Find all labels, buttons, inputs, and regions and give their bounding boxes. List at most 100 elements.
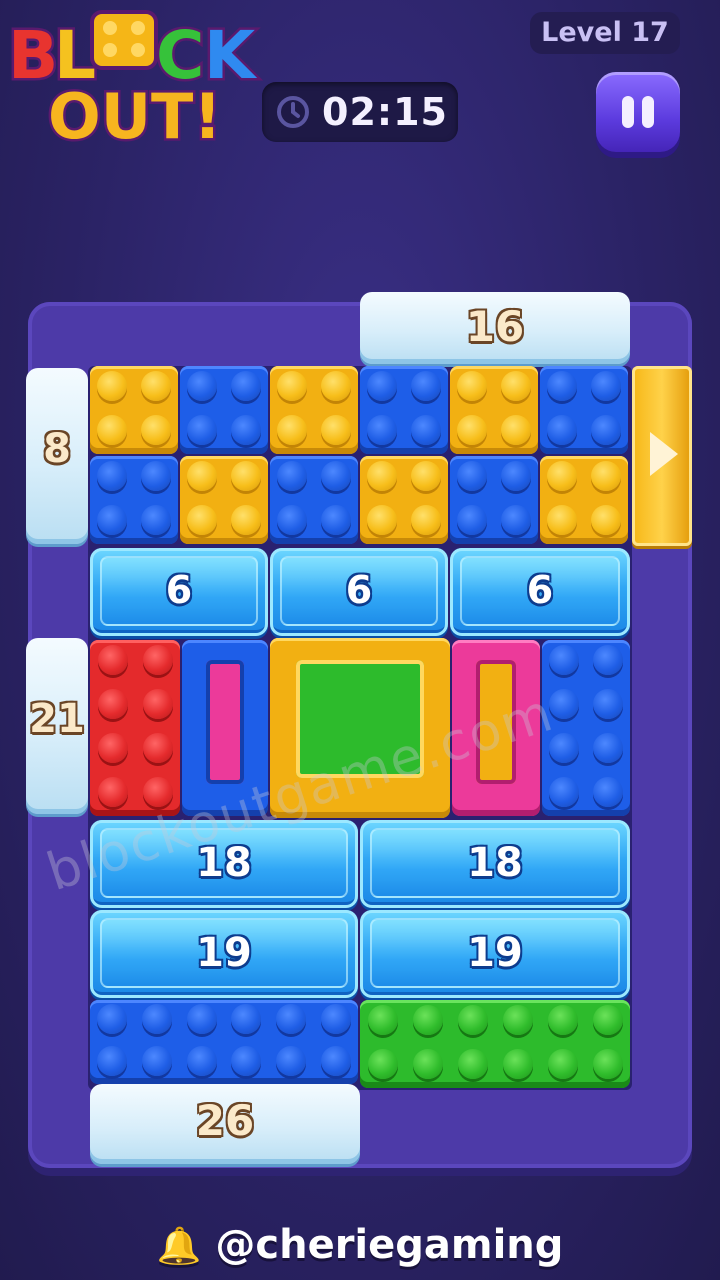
- lego-stud: [97, 645, 128, 675]
- lego-stud: [231, 505, 261, 535]
- yellow-block[interactable]: [540, 456, 628, 544]
- lego-stud: [141, 505, 171, 535]
- blue-block[interactable]: [540, 366, 628, 454]
- gate-left-upper-count: 8: [43, 426, 71, 472]
- lego-stud: [231, 371, 261, 401]
- yellow-block[interactable]: [360, 456, 448, 544]
- lego-stud: [411, 505, 441, 535]
- logo-art: B L C K OUT!: [6, 10, 261, 156]
- pause-icon-bar: [642, 96, 654, 128]
- lego-stud: [367, 1049, 398, 1079]
- lego-stud: [187, 461, 217, 491]
- green-long-block[interactable]: [360, 1000, 630, 1088]
- lego-stud: [97, 1046, 128, 1076]
- lego-stud: [142, 733, 173, 763]
- lego-stud: [321, 505, 351, 535]
- ice-block[interactable]: 6: [450, 548, 630, 636]
- lego-stud: [502, 1005, 533, 1035]
- lego-stud: [412, 1005, 443, 1035]
- ice-block[interactable]: 6: [90, 548, 268, 636]
- lego-stud: [97, 371, 127, 401]
- clock-icon: [277, 96, 309, 128]
- lego-stud: [411, 415, 441, 445]
- lego-stud: [320, 1004, 351, 1034]
- lego-stud: [142, 645, 173, 675]
- yellow-block[interactable]: [90, 366, 178, 454]
- ice-count: 6: [165, 568, 193, 612]
- lego-stud: [547, 505, 577, 535]
- lego-stud: [549, 689, 579, 719]
- lego-stud: [457, 1049, 488, 1079]
- gate-top-count: 16: [465, 302, 525, 351]
- ice-block[interactable]: 6: [270, 548, 448, 636]
- lego-stud: [141, 415, 171, 445]
- blue-block[interactable]: [180, 366, 268, 454]
- lego-stud: [501, 371, 531, 401]
- lego-stud: [277, 461, 307, 491]
- lego-stud: [231, 1046, 262, 1076]
- lego-stud: [411, 461, 441, 491]
- lego-stud: [367, 371, 397, 401]
- exit-door[interactable]: [632, 366, 692, 546]
- lego-stud: [457, 1005, 488, 1035]
- lego-stud: [97, 1004, 128, 1034]
- footer-credit: 🔔 @cheriegaming: [0, 1222, 720, 1268]
- blue-block[interactable]: [270, 456, 358, 544]
- lego-stud: [186, 1004, 217, 1034]
- lego-stud: [142, 689, 173, 719]
- lego-stud: [231, 415, 261, 445]
- lego-stud: [501, 415, 531, 445]
- lego-stud: [97, 777, 128, 807]
- lego-stud: [591, 505, 621, 535]
- pause-button[interactable]: [596, 72, 680, 152]
- lego-stud: [97, 733, 128, 763]
- arrow-right-icon: [650, 432, 678, 476]
- yellow-block[interactable]: [270, 366, 358, 454]
- lego-stud: [97, 689, 128, 719]
- ice-block[interactable]: 19: [90, 910, 358, 998]
- lego-stud: [367, 1005, 398, 1035]
- lego-stud: [457, 415, 487, 445]
- timer-value: 02:15: [322, 90, 448, 134]
- lego-stud: [231, 1004, 262, 1034]
- lego-stud: [276, 1046, 306, 1076]
- ice-block[interactable]: 19: [360, 910, 630, 998]
- lego-stud: [186, 1046, 217, 1076]
- lego-stud: [276, 1004, 306, 1034]
- blue-block[interactable]: [450, 456, 538, 544]
- lego-stud: [412, 1049, 443, 1079]
- lego-stud: [549, 645, 579, 675]
- lego-stud: [457, 371, 487, 401]
- lego-stud: [501, 461, 531, 491]
- blue-block[interactable]: [360, 366, 448, 454]
- lego-stud: [547, 1049, 578, 1079]
- lego-stud: [547, 461, 577, 491]
- gate-left-upper: 8: [26, 368, 88, 544]
- red-block[interactable]: [90, 640, 180, 816]
- lego-stud: [502, 1049, 533, 1079]
- lego-stud: [549, 777, 579, 807]
- lego-stud: [457, 461, 487, 491]
- lego-stud: [97, 415, 127, 445]
- lego-stud: [277, 505, 307, 535]
- blue-long-block[interactable]: [90, 1000, 358, 1084]
- lego-stud: [593, 645, 623, 675]
- lego-stud: [367, 461, 397, 491]
- bell-icon: 🔔: [156, 1226, 202, 1267]
- ice-count: 6: [526, 568, 554, 612]
- lego-stud: [367, 415, 397, 445]
- lego-stud: [321, 461, 351, 491]
- yellow-block[interactable]: [450, 366, 538, 454]
- lego-stud: [593, 777, 623, 807]
- ice-block[interactable]: 18: [360, 820, 630, 908]
- blue-block[interactable]: [90, 456, 178, 544]
- yellow-block[interactable]: [180, 456, 268, 544]
- lego-stud: [277, 371, 307, 401]
- pause-icon: [622, 96, 634, 128]
- svg-text:OUT!: OUT!: [48, 80, 222, 153]
- lego-stud: [231, 461, 261, 491]
- timer-panel: 02:15: [262, 82, 458, 142]
- lego-stud: [320, 1046, 351, 1076]
- lego-stud: [97, 461, 127, 491]
- lego-stud: [592, 1005, 623, 1035]
